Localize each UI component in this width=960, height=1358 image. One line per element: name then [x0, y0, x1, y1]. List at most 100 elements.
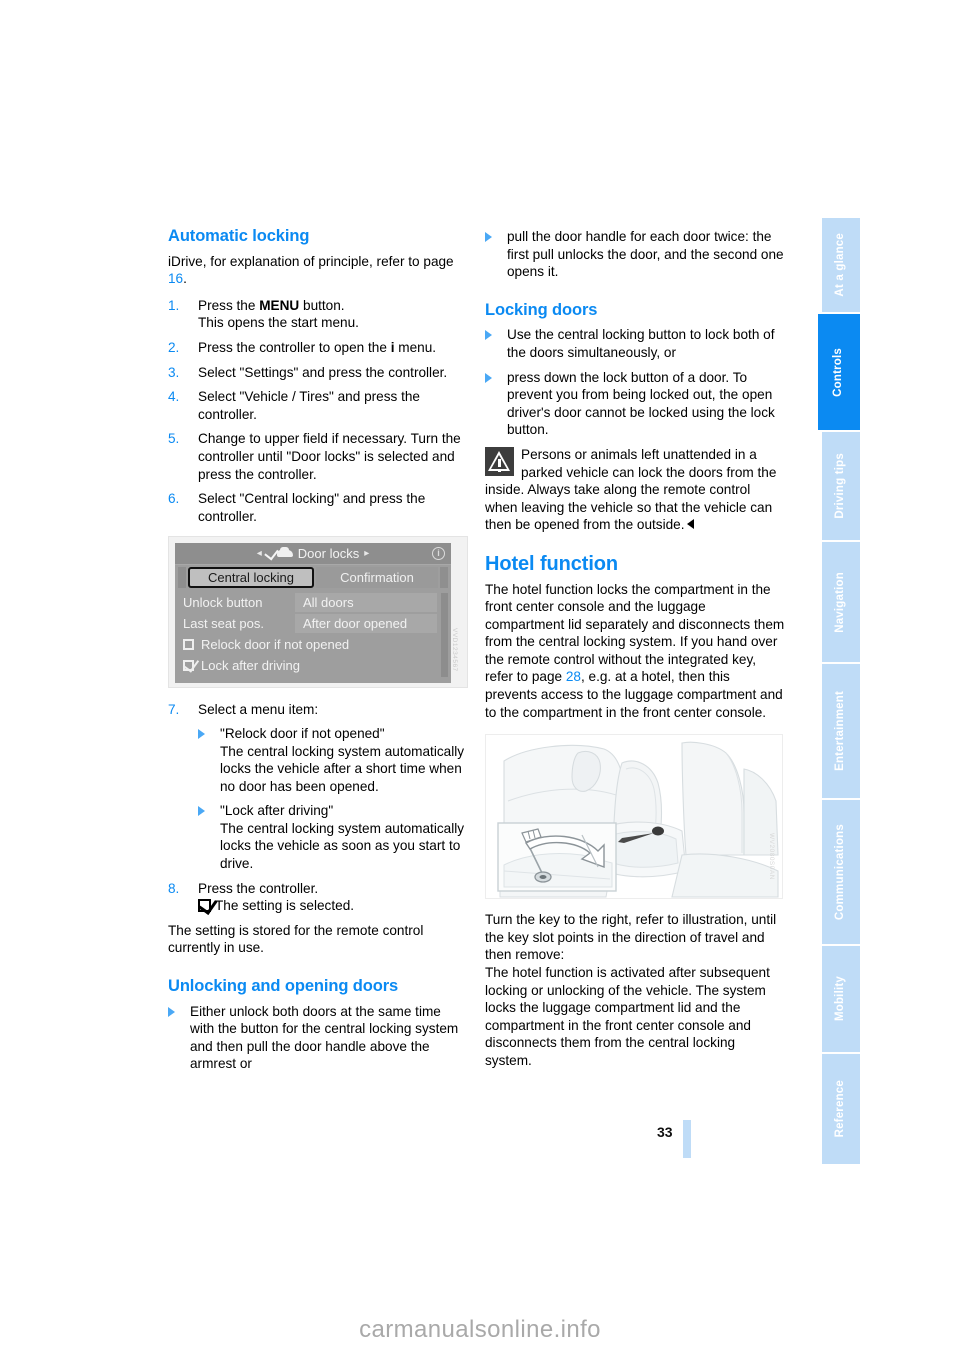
- car-interior-illustration: WV2080S0AN: [485, 734, 783, 900]
- idrive-checkbox-relock-door[interactable]: Relock door if not opened: [175, 634, 451, 655]
- sidebar-tab-label: Controls: [832, 347, 845, 397]
- idrive-checkbox-label: Lock after driving: [201, 658, 300, 674]
- warning-triangle-icon: [485, 446, 514, 476]
- warning-paragraph: Persons or animals left unattended in a …: [485, 446, 785, 534]
- idrive-row-label: Last seat pos.: [183, 616, 264, 632]
- idrive-screen-illustration: ◂ Door locks ▸ i Central locking Confirm…: [168, 536, 468, 689]
- step-text-b: button.: [299, 297, 345, 313]
- idrive-row-value: After door opened: [295, 614, 437, 634]
- hotel-function-paragraph: The hotel function locks the compartment…: [485, 581, 785, 722]
- car-interior-drawing: [486, 735, 782, 899]
- bullet-title: "Relock door if not opened": [220, 725, 385, 741]
- triangle-bullet-icon: [198, 806, 205, 817]
- intro-text-b: .: [183, 271, 187, 287]
- step-item-7: 7. Select a menu item: "Relock door if no…: [168, 701, 468, 872]
- idrive-tab-central-locking[interactable]: Central locking: [188, 567, 314, 589]
- idrive-checkbox-lock-after-driving[interactable]: Lock after driving: [175, 655, 451, 676]
- idrive-row-unlock-button[interactable]: Unlock button All doors: [175, 592, 451, 613]
- idrive-tab-edge-left: [178, 567, 186, 589]
- step-text: Change to upper field if necessary. Turn…: [198, 431, 461, 482]
- triangle-bullet-icon: [485, 372, 492, 383]
- triangle-bullet-icon: [485, 330, 492, 341]
- idrive-tab-label: Confirmation: [340, 570, 414, 586]
- bullet-title: "Lock after driving": [220, 803, 334, 819]
- site-watermark: carmanualsonline.info: [359, 1316, 601, 1343]
- step-text-a: Press the: [198, 297, 260, 313]
- illustration-watermark-code: VVD1234567: [451, 627, 458, 672]
- step-number: 7.: [168, 702, 180, 718]
- procedure-step-list-continued: 7. Select a menu item: "Relock door if no…: [168, 701, 468, 915]
- end-of-warning-marker: [686, 519, 694, 530]
- bullet-body: The central locking system automatically…: [220, 743, 465, 794]
- info-icon[interactable]: i: [432, 547, 445, 561]
- idrive-settings-rows: Unlock button All doors Last seat pos. A…: [175, 588, 451, 676]
- section-tabs-sidebar: At a glance Controls Driving tips Naviga…: [818, 218, 860, 1164]
- sidebar-tab-label: Mobility: [834, 976, 847, 1022]
- sidebar-tab-label: Driving tips: [834, 453, 847, 519]
- sidebar-tab-controls[interactable]: Controls: [818, 314, 860, 432]
- sidebar-tab-label: At a glance: [834, 233, 847, 297]
- idrive-tab-confirmation[interactable]: Confirmation: [316, 567, 438, 589]
- sidebar-tab-mobility[interactable]: Mobility: [822, 946, 860, 1054]
- menu-button-label: MENU: [259, 297, 300, 313]
- step7-sub-bullets: "Relock door if not opened" The central …: [198, 725, 468, 873]
- checkbox-icon[interactable]: [183, 639, 194, 651]
- right-text-column: pull the door handle for each door twice…: [485, 228, 785, 1079]
- pull-handle-bullet-list: pull the door handle for each door twice…: [485, 228, 785, 281]
- triangle-bullet-icon: [485, 232, 492, 242]
- bullet-text: pull the door handle for each door twice…: [507, 229, 784, 280]
- step-number: 4.: [168, 389, 180, 405]
- heading-hotel-function: Hotel function: [485, 552, 619, 575]
- step-text: Select "Settings" and press the controll…: [198, 364, 448, 380]
- step8-confirmation-text: The setting is selected.: [215, 898, 355, 914]
- setting-stored-note: The setting is stored for the remote con…: [168, 922, 424, 956]
- idrive-row-last-seat-pos[interactable]: Last seat pos. After door opened: [175, 613, 451, 634]
- bullet-text: Either unlock both doors at the same tim…: [190, 1003, 459, 1072]
- sidebar-tab-communications[interactable]: Communications: [822, 800, 860, 946]
- step-item-2: 2. Press the controller to open the i men…: [168, 339, 468, 357]
- locking-doors-bullet-list: Use the central locking button to lock b…: [485, 326, 785, 439]
- step-item-3: 3. Select "Settings" and press the contro…: [168, 364, 468, 382]
- bullet-body: The central locking system automatically…: [220, 820, 465, 872]
- chevron-left-icon[interactable]: ◂: [257, 545, 262, 563]
- sidebar-tab-label: Entertainment: [834, 691, 847, 771]
- step-item-5: 5. Change to upper field if necessary. Tu…: [168, 430, 468, 483]
- heading-locking-doors: Locking doors: [485, 300, 598, 319]
- bullet-central-locking-button: Use the central locking button to lock b…: [485, 326, 785, 361]
- left-text-column: Automatic locking iDrive, for explanatio…: [168, 227, 468, 1080]
- sidebar-tab-navigation[interactable]: Navigation: [822, 542, 860, 664]
- sidebar-tab-label: Navigation: [834, 571, 847, 633]
- sidebar-tab-driving-tips[interactable]: Driving tips: [822, 432, 860, 542]
- step-number: 1.: [168, 297, 180, 313]
- intro-text-a: iDrive, for explanation of principle, re…: [168, 253, 454, 269]
- step-item-6: 6. Select "Central locking" and press the…: [168, 490, 468, 525]
- checkbox-checked-icon: [198, 899, 211, 913]
- page-number: 33: [657, 1124, 673, 1140]
- sidebar-tab-entertainment[interactable]: Entertainment: [822, 664, 860, 800]
- sidebar-tab-reference[interactable]: Reference: [822, 1054, 860, 1164]
- procedure-step-list: 1. Press the MENU button. This opens the …: [168, 297, 468, 526]
- sidebar-tab-label: Reference: [834, 1080, 847, 1138]
- page-reference-link-16[interactable]: 16: [168, 271, 183, 286]
- idrive-row-value: All doors: [295, 593, 437, 613]
- intro-paragraph: iDrive, for explanation of principle, re…: [168, 253, 468, 288]
- checkbox-checked-icon[interactable]: [183, 660, 194, 672]
- idrive-title: Door locks: [297, 546, 360, 562]
- step-number: 2.: [168, 339, 180, 355]
- step-item-8: 8. Press the controller. The setting is s…: [168, 880, 468, 915]
- idrive-row-label: Unlock button: [183, 595, 263, 611]
- heading-unlocking-and-opening-doors: Unlocking and opening doors: [168, 977, 399, 996]
- bullet-text: Use the central locking button to lock b…: [507, 327, 775, 360]
- unlocking-bullet-list: Either unlock both doors at the same tim…: [168, 1003, 468, 1073]
- step-number: 8.: [168, 880, 180, 896]
- sidebar-tab-at-a-glance[interactable]: At a glance: [822, 218, 860, 314]
- illustration-watermark-code: WV2080S0AN: [768, 833, 775, 881]
- chevron-right-icon[interactable]: ▸: [364, 545, 369, 563]
- idrive-checkbox-label: Relock door if not opened: [201, 637, 350, 653]
- page-reference-link-28[interactable]: 28: [566, 669, 581, 684]
- step-text: Select "Vehicle / Tires" and press the c…: [198, 389, 420, 422]
- triangle-bullet-icon: [168, 1006, 175, 1017]
- car-check-icon: [264, 545, 293, 561]
- idrive-tab-label: Central locking: [208, 570, 294, 586]
- sidebar-tab-label: Communications: [834, 823, 847, 921]
